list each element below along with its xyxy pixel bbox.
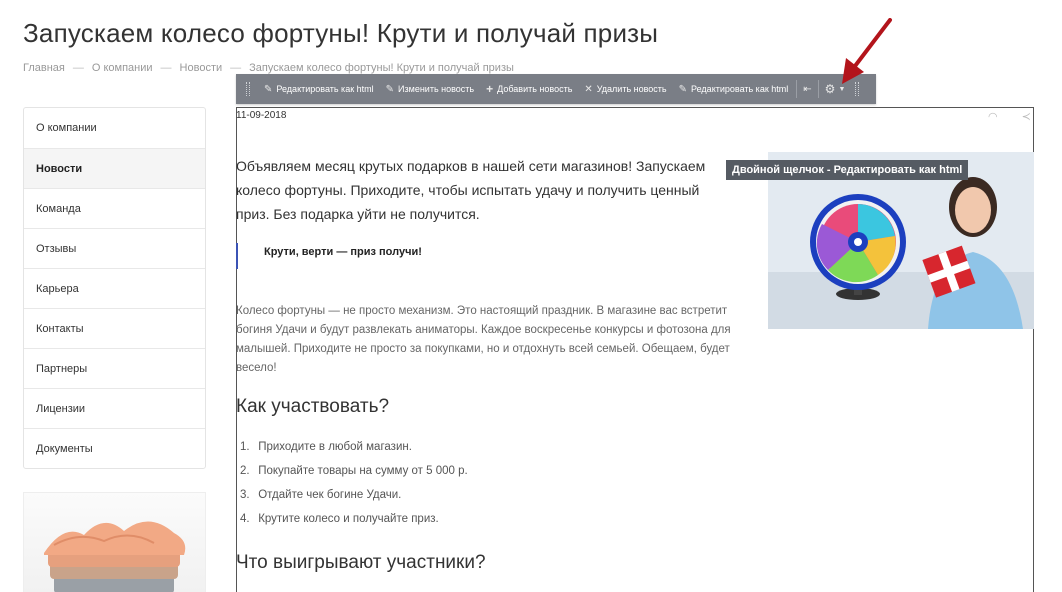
news-date: 11-09-2018 — [236, 110, 287, 121]
promo-banner-image[interactable] — [23, 492, 206, 592]
list-item: 2. Покупайте товары на сумму от 5 000 р. — [240, 462, 468, 486]
pencil-icon: ✎ — [678, 83, 688, 95]
list-item-text: Приходите в любой магазин. — [258, 441, 412, 453]
list-item-text: Покупайте товары на сумму от 5 000 р. — [258, 465, 468, 477]
list-item-number: 1. — [240, 441, 250, 453]
delete-news-label: Удалить новость — [596, 84, 667, 94]
toolbar-drag-handle-right[interactable] — [855, 82, 860, 96]
breadcrumb: Главная — О компании — Новости — Запуска… — [23, 62, 514, 74]
sidebar-item-licenses[interactable]: Лицензии — [24, 388, 205, 428]
article-quote: Крути, верти — приз получи! — [236, 243, 716, 269]
add-news-button[interactable]: + Добавить новость — [480, 74, 578, 104]
delete-news-button[interactable]: ✕ Удалить новость — [578, 74, 672, 104]
list-item-text: Крутите колесо и получайте приз. — [258, 513, 439, 525]
list-item-number: 3. — [240, 489, 250, 501]
edit-as-html-label-2: Редактировать как html — [691, 84, 789, 94]
breadcrumb-current: Запускаем колесо фортуны! Крути и получа… — [249, 62, 514, 74]
breadcrumb-separator: — — [230, 62, 242, 74]
admin-edit-toolbar: ✎ Редактировать как html ✎ Изменить ново… — [236, 74, 876, 104]
sidebar-item-career[interactable]: Карьера — [24, 268, 205, 308]
edit-tooltip: Двойной щелчок - Редактировать как html — [726, 160, 969, 180]
pin-button[interactable]: ⇤ — [799, 74, 815, 104]
article-lead-text: Объявляем месяц крутых подарков в нашей … — [236, 158, 706, 222]
sidebar-item-contacts[interactable]: Контакты — [24, 308, 205, 348]
page-title: Запускаем колесо фортуны! Крути и получа… — [23, 18, 659, 48]
participation-steps-list: 1. Приходите в любой магазин. 2. Покупай… — [240, 438, 468, 534]
close-icon: ✕ — [584, 83, 593, 95]
list-item-text: Отдайте чек богине Удачи. — [258, 489, 402, 501]
add-news-label: Добавить новость — [497, 84, 573, 94]
list-item-number: 4. — [240, 513, 250, 525]
settings-button[interactable]: ⚙ ▼ — [821, 74, 850, 104]
breadcrumb-news[interactable]: Новости — [180, 62, 223, 74]
pencil-icon: ✎ — [385, 83, 395, 95]
sidebar-item-partners[interactable]: Партнеры — [24, 348, 205, 388]
towels-image — [44, 521, 186, 592]
toolbar-divider — [817, 80, 819, 98]
edit-as-html-label: Редактировать как html — [276, 84, 374, 94]
list-item: 1. Приходите в любой магазин. — [240, 438, 468, 462]
breadcrumb-separator: — — [160, 62, 172, 74]
breadcrumb-home[interactable]: Главная — [23, 62, 65, 74]
heading-how-to-participate: Как участвовать? — [236, 396, 390, 417]
edit-news-button[interactable]: ✎ Изменить новость — [380, 74, 480, 104]
plus-icon: + — [486, 82, 494, 96]
article-quote-text: Крути, верти — приз получи! — [264, 246, 422, 258]
pencil-icon: ✎ — [264, 83, 273, 95]
heading-what-participants-win: Что выигрывают участники? — [236, 552, 486, 573]
list-item-number: 2. — [240, 465, 250, 477]
sidebar-item-documents[interactable]: Документы — [24, 428, 205, 468]
list-item: 4. Крутите колесо и получайте приз. — [240, 510, 468, 534]
sidebar-item-about[interactable]: О компании — [24, 108, 205, 148]
list-item: 3. Отдайте чек богине Удачи. — [240, 486, 468, 510]
sidebar-item-team[interactable]: Команда — [24, 188, 205, 228]
toolbar-drag-handle[interactable] — [246, 82, 250, 96]
rss-icon[interactable]: ◠ — [988, 110, 998, 123]
edit-as-html-button[interactable]: ✎ Редактировать как html — [258, 74, 380, 104]
edit-as-html-button-2[interactable]: ✎ Редактировать как html — [673, 74, 795, 104]
chevron-down-icon: ▼ — [838, 85, 846, 93]
gear-icon: ⚙ — [824, 82, 836, 96]
edit-news-label: Изменить новость — [398, 84, 475, 94]
breadcrumb-separator: — — [72, 62, 84, 74]
sidebar-item-reviews[interactable]: Отзывы — [24, 228, 205, 268]
share-icon[interactable]: ≺ — [1022, 110, 1031, 123]
pin-icon: ⇤ — [803, 83, 812, 95]
sidebar-item-news[interactable]: Новости — [24, 148, 205, 188]
article-actions: ◠ ≺ — [988, 110, 1031, 123]
breadcrumb-about[interactable]: О компании — [92, 62, 153, 74]
sidebar-menu: О компании Новости Команда Отзывы Карьер… — [23, 107, 206, 469]
toolbar-divider — [796, 80, 798, 98]
article-body-text: Колесо фортуны — не просто механизм. Это… — [236, 305, 731, 374]
